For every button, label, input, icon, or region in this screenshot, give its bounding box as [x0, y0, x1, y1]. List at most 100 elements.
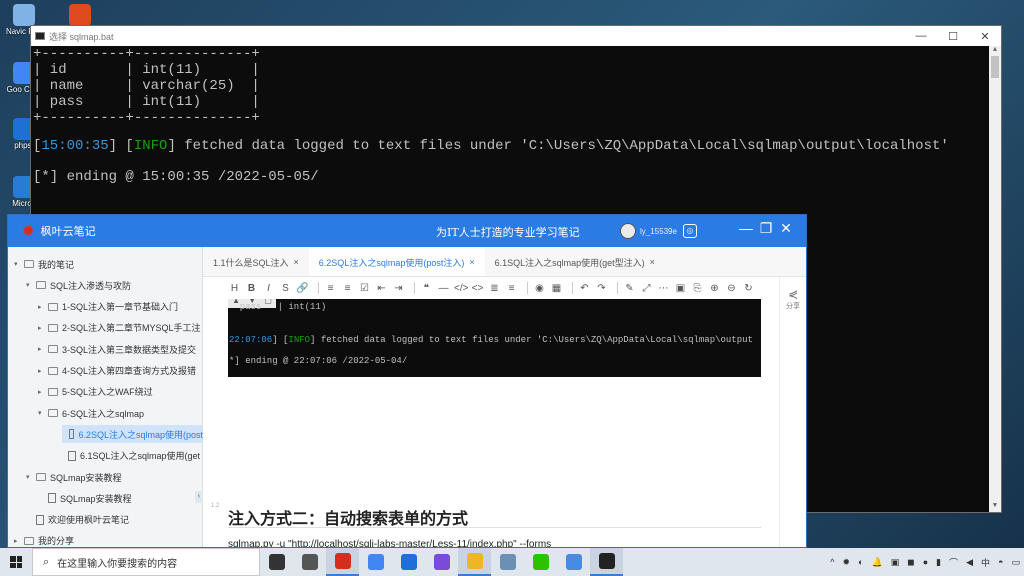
chevron-right-icon[interactable]: ▸ — [14, 537, 24, 545]
toolbar-button[interactable]: </> — [454, 283, 468, 294]
tray-app-icon[interactable]: ◐ — [858, 557, 863, 567]
toolbar-button[interactable]: ✎ — [623, 283, 636, 294]
toolbar-button[interactable]: ↷ — [595, 283, 608, 294]
toolbar-button[interactable]: ≡ — [505, 283, 518, 294]
toolbar-button[interactable]: ❝ — [420, 283, 433, 294]
toolbar-button[interactable]: ↻ — [742, 283, 755, 294]
share-panel[interactable]: ⋞ 分享 — [779, 277, 806, 547]
tab-label[interactable]: 6.1SQL注入之sqlmap使用(get型注入) — [495, 256, 645, 269]
toolbar-button[interactable]: ⇥ — [392, 283, 405, 294]
chevron-down-icon[interactable]: ▾ — [38, 409, 48, 417]
toolbar-button[interactable]: ≡ — [341, 283, 354, 294]
toolbar-button[interactable]: I — [262, 283, 275, 294]
close-tab-icon[interactable]: × — [294, 257, 299, 267]
toolbar-button[interactable]: ⋯ — [657, 283, 670, 294]
cmd-titlebar[interactable]: 选择 sqlmap.bat — ☐ ✕ — [31, 26, 1001, 46]
phpstudy-icon[interactable] — [392, 548, 425, 576]
share-icon[interactable]: ⋞ — [780, 287, 806, 301]
restore-button[interactable]: ❐ — [756, 220, 776, 237]
tray-app-icon[interactable]: ▣ — [891, 557, 900, 568]
task-view-icon[interactable] — [260, 548, 293, 576]
toolbar-button[interactable]: 🔗 — [296, 283, 309, 294]
toolbar-button[interactable]: — — [437, 283, 450, 294]
maple-notes-icon[interactable] — [326, 548, 359, 576]
start-button[interactable] — [0, 548, 32, 576]
notebook-folder[interactable]: ▸ 我的分享 — [8, 532, 203, 547]
notebook-folder[interactable]: ▸ 2-SQL注入第二章节MYSQL手工注 — [8, 319, 203, 337]
username[interactable]: ly_15539e — [640, 227, 677, 236]
notebook-folder[interactable]: ▸ 5-SQL注入之WAF绕过 — [8, 383, 203, 401]
notebook-folder[interactable]: ▸ 3-SQL注入第三章数据类型及提交 — [8, 340, 203, 358]
chevron-right-icon[interactable]: ▸ — [38, 388, 48, 396]
taskbar-search[interactable]: ⌕ 在这里输入你要搜索的内容 — [32, 548, 260, 576]
wechat-icon[interactable] — [524, 548, 557, 576]
minimize-button[interactable]: — — [905, 30, 937, 43]
search-placeholder[interactable]: 在这里输入你要搜索的内容 — [57, 555, 177, 570]
notebook-folder[interactable]: ▸ 1-SQL注入第一章节基础入门 — [8, 298, 203, 316]
settings-icon[interactable]: ◎ — [682, 224, 697, 238]
browser-icon[interactable] — [557, 548, 590, 576]
app-icon[interactable] — [491, 548, 524, 576]
taskbar[interactable]: ⌕ 在这里输入你要搜索的内容 ^ ✹ ◐ 🔔 ▣ ◼ ● ▮ ⌒ ◀ 中 ◓ ▭ — [0, 548, 1024, 576]
cmd-icon[interactable] — [590, 548, 623, 576]
cmd-scrollbar[interactable]: ▲ ▼ — [989, 46, 1001, 512]
scroll-up-icon[interactable]: ▲ — [989, 46, 1001, 56]
tab-label[interactable]: 1.1什么是SQL注入 — [213, 256, 289, 269]
notification-icon[interactable]: 🔔 — [871, 557, 882, 568]
toolbar-button[interactable]: B — [245, 283, 258, 294]
battery-icon[interactable]: ▮ — [936, 557, 941, 568]
close-tab-icon[interactable]: × — [469, 257, 474, 267]
chevron-down-icon[interactable]: ▾ — [14, 260, 24, 268]
note-tab[interactable]: 1.1什么是SQL注入 × — [203, 248, 309, 276]
toolbar-button[interactable]: H — [228, 283, 241, 294]
notebook-folder[interactable]: ▾ 我的笔记 — [8, 255, 203, 273]
tab-label[interactable]: 6.2SQL注入之sqlmap使用(post注入) — [319, 256, 465, 269]
toolbar-button[interactable]: ⤢ — [640, 283, 653, 294]
maximize-button[interactable]: ☐ — [937, 30, 969, 43]
chevron-right-icon[interactable]: ▸ — [38, 367, 48, 375]
volume-icon[interactable]: ◀ — [966, 557, 973, 568]
toolbar-button[interactable]: ⎘ — [691, 283, 704, 294]
note-item[interactable]: 6.1SQL注入之sqlmap使用(get — [8, 447, 203, 465]
toolbar-button[interactable]: <> — [471, 283, 484, 294]
show-hidden-icons[interactable]: ^ — [830, 557, 834, 567]
toolbar-button[interactable]: ↶ — [578, 283, 591, 294]
toolbar-button[interactable]: ▣ — [674, 283, 687, 294]
chevron-down-icon[interactable]: ▾ — [26, 473, 36, 481]
note-tab[interactable]: 6.2SQL注入之sqlmap使用(post注入) × — [308, 248, 485, 276]
notebook-folder[interactable]: ▾ SQLmap安装教程 — [8, 468, 203, 486]
close-button[interactable]: ✕ — [776, 220, 796, 237]
editor-toolbar[interactable]: H B I S 🔗 ≡ ≡ ☑ ⇤ ⇥ ❝ — </> <> ≣ ≡ ◉ ▦ ↶ ↷ ✎ ⤢ ⋯ ▣ ⎘ ⊕ ⊖ ↻ — [228, 279, 776, 297]
tray-app-icon[interactable]: ◼ — [907, 557, 914, 568]
scroll-thumb[interactable] — [991, 56, 999, 78]
tray-app-icon[interactable]: ✹ — [843, 557, 851, 568]
editor-content[interactable]: ▲ ▼ ▢ pass | int(11) 22:07:06] [INFO] fetc… — [203, 299, 781, 547]
note-item[interactable]: 欢迎使用枫叶云笔记 — [8, 511, 203, 529]
toolbar-button[interactable]: S — [279, 283, 292, 294]
toolbar-button[interactable]: ▦ — [550, 283, 563, 294]
wechat-tray-icon[interactable]: ● — [923, 557, 928, 567]
chevron-right-icon[interactable]: ▸ — [38, 303, 48, 311]
network-icon[interactable]: ⌒ — [949, 556, 958, 569]
avatar[interactable] — [620, 223, 636, 239]
toolbar-button[interactable]: ☑ — [358, 283, 371, 294]
navicat-icon[interactable] — [458, 548, 491, 576]
section-heading[interactable]: 注入方式二：自动搜索表单的方式 — [228, 505, 468, 529]
ime-indicator[interactable]: 中 — [981, 556, 990, 569]
tab-bar[interactable]: 1.1什么是SQL注入 × 6.2SQL注入之sqlmap使用(post注入) × 6.… — [203, 247, 806, 277]
phpstorm-icon[interactable] — [425, 548, 458, 576]
toolbar-button[interactable]: ≡ — [324, 283, 337, 294]
note-tree-sidebar[interactable]: ▾ 我的笔记 ▾ SQL注入渗透与攻防 ▸ 1-SQL注入第一章节基础入门 ▸ 2-SQL注入… — [8, 247, 203, 547]
user-info[interactable]: ly_15539e ◎ — [620, 223, 697, 239]
toolbar-button[interactable]: ⇤ — [375, 283, 388, 294]
widgets-icon[interactable] — [293, 548, 326, 576]
chevron-down-icon[interactable]: ▾ — [26, 281, 36, 289]
system-tray[interactable]: ^ ✹ ◐ 🔔 ▣ ◼ ● ▮ ⌒ ◀ 中 ◓ ▭ — [826, 556, 1024, 569]
note-item[interactable]: SQLmap安装教程 — [8, 489, 203, 507]
collapse-sidebar-icon[interactable]: ‹ — [195, 491, 203, 503]
chevron-right-icon[interactable]: ▸ — [38, 324, 48, 332]
notes-app-window[interactable]: ✹ 枫叶云笔记 为IT人士打造的专业学习笔记 ly_15539e ◎ — ❐ ✕… — [7, 214, 807, 548]
scroll-down-icon[interactable]: ▼ — [989, 502, 1001, 512]
toolbar-button[interactable]: ⊕ — [708, 283, 721, 294]
notebook-folder[interactable]: ▾ SQL注入渗透与攻防 — [8, 276, 203, 294]
